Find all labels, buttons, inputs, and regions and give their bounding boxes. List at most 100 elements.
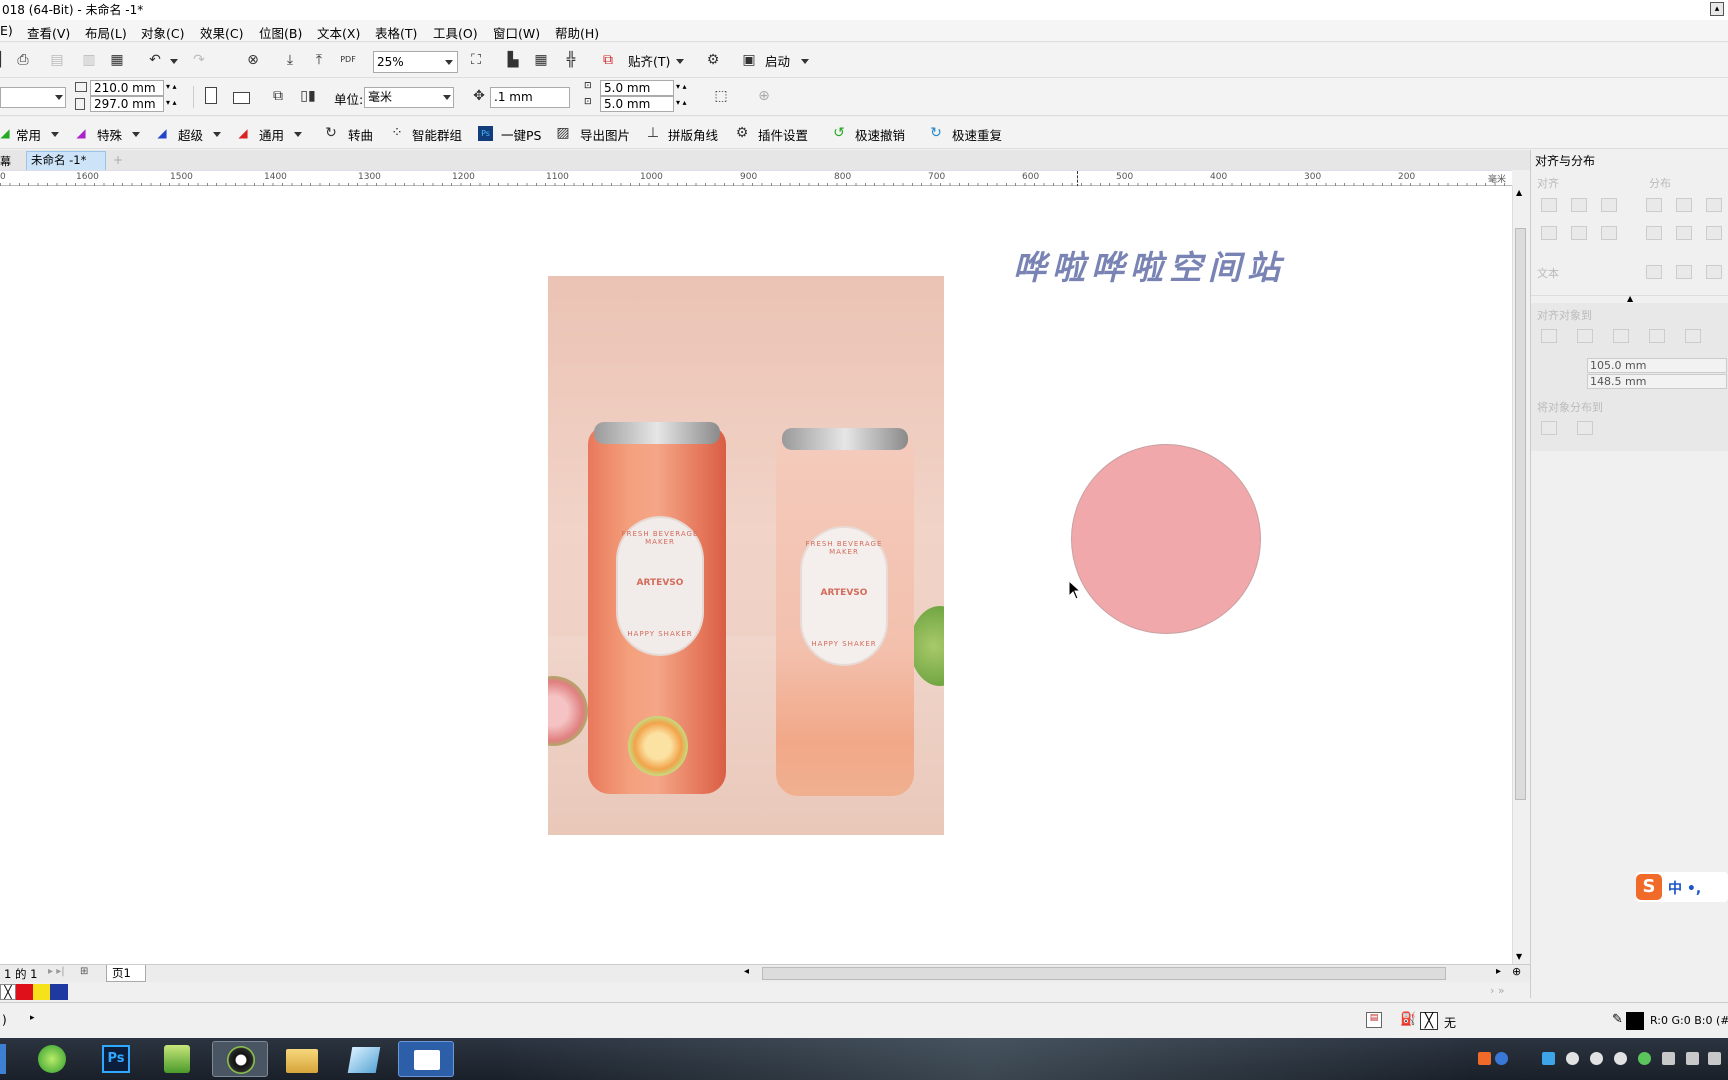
save-icon[interactable]: ▌ <box>0 49 12 71</box>
menu-tools[interactable]: 工具(O) <box>433 23 478 42</box>
menu-view[interactable]: 查看(V) <box>27 23 70 42</box>
color-swatch-yellow[interactable] <box>33 984 50 1000</box>
distribute-right-icon[interactable] <box>1706 198 1722 212</box>
undo-dropdown-icon[interactable] <box>170 59 178 64</box>
ime-bar[interactable]: S 中 •, <box>1636 872 1728 902</box>
page-nav-arrows-icon[interactable]: ▸ ▸| <box>48 966 65 977</box>
distribute-middle-icon[interactable] <box>1676 226 1692 240</box>
page-height-field[interactable]: 297.0 mm <box>90 96 164 112</box>
grid-icon[interactable] <box>1649 329 1665 343</box>
x-coordinate-field[interactable]: 105.0 mm <box>1587 358 1727 373</box>
launch-dropdown-icon[interactable] <box>801 59 809 64</box>
status-expand-icon[interactable]: ▸ <box>30 1013 35 1023</box>
plugin-settings[interactable]: 插件设置 <box>758 125 808 144</box>
horizontal-ruler[interactable]: 0 1600 1500 1400 1300 1200 1100 1000 900… <box>0 170 1512 187</box>
menu-help[interactable]: 帮助(H) <box>555 23 599 42</box>
page-size-dropdown-icon[interactable] <box>55 95 63 100</box>
distribute-center-icon[interactable] <box>1676 198 1692 212</box>
align-left-icon[interactable] <box>1541 198 1557 212</box>
menu-text[interactable]: 文本(X) <box>317 23 360 42</box>
width-spinner[interactable]: ▾ ▴ <box>166 82 177 91</box>
network-tray-icon[interactable] <box>1542 1052 1555 1065</box>
align-center-h-icon[interactable] <box>1571 198 1587 212</box>
help-tray-icon[interactable] <box>1495 1052 1508 1065</box>
launch-button[interactable]: 启动 <box>765 51 790 70</box>
super-dropdown-icon[interactable] <box>213 132 221 137</box>
pink-circle-object[interactable] <box>1071 444 1261 634</box>
paste-icon[interactable]: ▦ <box>106 49 128 71</box>
welcome-tab[interactable]: 幕 <box>0 153 11 169</box>
collapse-arrow-icon[interactable]: ▲ <box>1627 294 1633 303</box>
scroll-right-icon[interactable]: ▸ <box>1496 966 1501 977</box>
portrait-icon[interactable] <box>205 87 217 104</box>
wechat-tray-icon[interactable] <box>1638 1052 1651 1065</box>
document-tab[interactable]: 未命名 -1* <box>26 151 106 170</box>
start-button[interactable] <box>0 1044 6 1074</box>
full-screen-icon[interactable]: ⛶ <box>465 49 487 71</box>
plugin-smart-group[interactable]: 智能群组 <box>412 125 462 144</box>
drawing-canvas[interactable]: 哗啦哗啦空间站 FRESH BEVERAGE MAKER ARTEVSO HAP… <box>0 186 1724 964</box>
height-spinner[interactable]: ▾ ▴ <box>166 98 177 107</box>
launch-app-icon[interactable]: ▣ <box>738 49 760 71</box>
add-tab-icon[interactable]: + <box>110 152 126 168</box>
menu-window[interactable]: 窗口(W) <box>493 23 540 42</box>
distribute-left-icon[interactable] <box>1646 198 1662 212</box>
360-browser-taskbar-icon[interactable] <box>24 1041 80 1077</box>
palette-scroll-icon[interactable]: › » <box>1490 984 1505 997</box>
page-center-icon[interactable] <box>1613 329 1629 343</box>
zoom-navigator-icon[interactable]: ⊕ <box>1512 965 1521 978</box>
special-dropdown-icon[interactable] <box>132 132 140 137</box>
cut-icon[interactable]: ▤ <box>46 49 68 71</box>
zoom-dropdown-icon[interactable] <box>445 60 453 65</box>
no-color-swatch[interactable]: ╳ <box>0 984 16 1000</box>
plugin-convert-curves[interactable]: 转曲 <box>348 125 373 144</box>
vertical-scroll-thumb[interactable] <box>1515 228 1526 800</box>
text-align-icon[interactable] <box>1646 265 1662 279</box>
duplicate-y-field[interactable]: 5.0 mm <box>600 96 674 112</box>
undo-icon[interactable]: ↶ <box>144 49 166 71</box>
plugin-super[interactable]: 超级 <box>178 125 203 144</box>
plugin-fast-undo[interactable]: 极速撤销 <box>855 125 905 144</box>
scroll-down-icon[interactable]: ▼ <box>1516 952 1522 961</box>
show-grid-icon[interactable]: ▦ <box>530 49 552 71</box>
horizontal-scroll-thumb[interactable] <box>762 967 1446 980</box>
unit-dropdown-icon[interactable] <box>443 95 451 100</box>
add-page-icon[interactable]: ⊕ <box>753 85 775 107</box>
specified-point-icon[interactable] <box>1685 329 1701 343</box>
coreldraw-taskbar-icon[interactable] <box>212 1041 268 1077</box>
align-center-v-icon[interactable] <box>1571 226 1587 240</box>
plugin-special[interactable]: 特殊 <box>97 125 122 144</box>
security-tray-icon[interactable] <box>1662 1052 1675 1065</box>
copy-icon[interactable]: ▥ <box>78 49 100 71</box>
nudge-distance-field[interactable]: .1 mm <box>490 87 570 108</box>
fill-none-swatch[interactable]: ╳ <box>1420 1012 1438 1030</box>
menu-object[interactable]: 对象(C) <box>141 23 184 42</box>
export-icon[interactable]: ⤒ <box>308 49 330 71</box>
extent-of-page-icon[interactable] <box>1577 421 1593 435</box>
color-swatch-red[interactable] <box>16 984 33 1000</box>
qq-tray-icon-3[interactable] <box>1614 1052 1627 1065</box>
treat-as-filled-icon[interactable]: ⬚ <box>710 85 732 107</box>
dup-y-spinner[interactable]: ▾ ▴ <box>676 98 687 107</box>
text-align-icon[interactable] <box>1676 265 1692 279</box>
align-right-icon[interactable] <box>1601 198 1617 212</box>
import-icon[interactable]: ⤓ <box>279 49 301 71</box>
volume-tray-icon[interactable] <box>1708 1052 1721 1065</box>
unit-select[interactable]: 毫米 <box>364 87 454 108</box>
distribute-top-icon[interactable] <box>1646 226 1662 240</box>
redo-icon[interactable]: ↷ <box>188 49 210 71</box>
page-tab[interactable]: 页1 <box>106 965 146 982</box>
plugin-export-image[interactable]: 导出图片 <box>580 125 630 144</box>
page-width-field[interactable]: 210.0 mm <box>90 80 164 96</box>
pdf-icon[interactable]: PDF <box>337 49 359 71</box>
plugin-general[interactable]: 通用 <box>259 125 284 144</box>
plugin-one-click-ps[interactable]: 一键PS <box>501 125 541 144</box>
y-coordinate-field[interactable]: 148.5 mm <box>1587 374 1727 389</box>
common-dropdown-icon[interactable] <box>51 132 59 137</box>
plugin-crop-marks[interactable]: 拼版角线 <box>668 125 718 144</box>
sogou-ime-icon[interactable]: S <box>1636 874 1662 900</box>
active-objects-icon[interactable] <box>1541 329 1557 343</box>
general-dropdown-icon[interactable] <box>294 132 302 137</box>
notepad-taskbar-icon[interactable] <box>336 1041 392 1077</box>
landscape-icon[interactable] <box>233 92 250 104</box>
